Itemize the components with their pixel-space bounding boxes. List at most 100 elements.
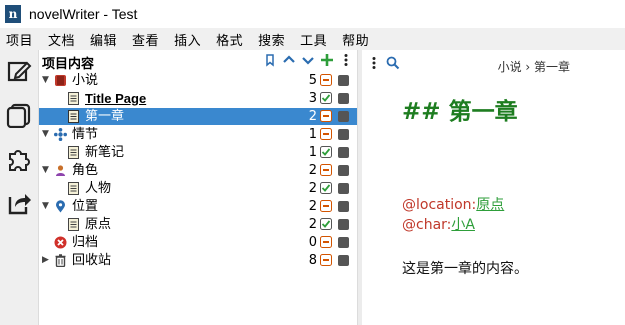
tree-item-novel[interactable]: ▼ 小说 5 xyxy=(39,72,357,89)
menu-search[interactable]: 搜索 xyxy=(258,30,285,49)
tree-item-plot[interactable]: ▼ 情节 1 xyxy=(39,126,357,143)
status-minus-icon xyxy=(320,236,332,248)
importance-indicator xyxy=(338,183,349,194)
outline-view-button[interactable] xyxy=(6,146,32,172)
word-count: 1 xyxy=(308,145,317,160)
search-icon[interactable] xyxy=(386,56,400,70)
document-body-text: 这是第一章的内容。 xyxy=(402,261,528,277)
move-up-icon[interactable] xyxy=(282,53,296,67)
menu-edit[interactable]: 编辑 xyxy=(90,30,117,49)
plot-icon xyxy=(54,128,67,141)
menu-icon[interactable] xyxy=(368,56,380,70)
importance-indicator xyxy=(338,237,349,248)
tree-item-chapter-one[interactable]: 第一章 2 xyxy=(39,108,357,125)
novel-view-button[interactable] xyxy=(6,102,32,129)
document-icon xyxy=(68,218,79,231)
tree-item-locations[interactable]: ▼ 位置 2 xyxy=(39,198,357,215)
importance-indicator xyxy=(338,111,349,122)
status-minus-icon xyxy=(320,164,332,176)
word-count: 2 xyxy=(308,217,317,232)
menu-help[interactable]: 帮助 xyxy=(342,30,369,49)
menu-tools[interactable]: 工具 xyxy=(300,30,327,49)
importance-indicator xyxy=(338,165,349,176)
heading-text: 第一章 xyxy=(448,99,518,125)
menu-project[interactable]: 项目 xyxy=(6,30,33,49)
archive-icon xyxy=(54,236,67,249)
tree-item-title-page[interactable]: Title Page 3 xyxy=(39,90,357,107)
app-icon: n xyxy=(5,5,21,23)
window-title: novelWriter - Test xyxy=(29,6,138,22)
importance-indicator xyxy=(338,129,349,140)
document-heading: ## 第一章 xyxy=(402,92,518,126)
project-tree-panel: 项目内容 ▼ 小说 5 Title Page 3 第一章 2 ▼ 情节 1 新笔… xyxy=(39,50,357,325)
expand-arrow-icon[interactable]: ▼ xyxy=(42,201,52,211)
tag-keyword: @char: xyxy=(402,217,452,233)
status-check-icon xyxy=(320,146,332,158)
expand-arrow-icon[interactable]: ▼ xyxy=(42,75,52,85)
document-icon xyxy=(68,110,79,123)
menu-view[interactable]: 查看 xyxy=(132,30,159,49)
document-toolbar xyxy=(368,56,400,70)
word-count: 2 xyxy=(308,199,317,214)
word-count: 5 xyxy=(308,73,317,88)
menu-format[interactable]: 格式 xyxy=(216,30,243,49)
view-sidebar xyxy=(0,50,39,325)
edit-icon xyxy=(7,61,32,82)
importance-indicator xyxy=(338,75,349,86)
tree-item-label: 第一章 xyxy=(85,109,125,124)
tree-item-archive[interactable]: 归档 0 xyxy=(39,234,357,251)
status-check-icon xyxy=(320,92,332,104)
tree-item-characters[interactable]: ▼ 角色 2 xyxy=(39,162,357,179)
tree-item-person[interactable]: 人物 2 xyxy=(39,180,357,197)
tree-item-label: Title Page xyxy=(85,91,147,106)
tree-item-origin[interactable]: 原点 2 xyxy=(39,216,357,233)
status-minus-icon xyxy=(320,200,332,212)
tag-value-link[interactable]: 原点 xyxy=(476,197,504,213)
tree-item-label: 新笔记 xyxy=(85,145,125,160)
document-editor[interactable]: 小说 › 第一章 ## 第一章 @location:原点 @char:小A 这是… xyxy=(362,50,625,325)
menubar: 项目 文档 编辑 查看 插入 格式 搜索 工具 帮助 xyxy=(0,28,625,50)
importance-indicator xyxy=(338,93,349,104)
puzzle-icon xyxy=(9,150,30,171)
document-icon xyxy=(68,182,79,195)
tree-item-trash[interactable]: ▶ 回收站 8 xyxy=(39,252,357,269)
document-icon xyxy=(68,146,79,159)
tag-line-location: @location:原点 xyxy=(402,196,504,214)
tag-value-link[interactable]: 小A xyxy=(451,217,475,233)
collapse-arrow-icon[interactable]: ▶ xyxy=(42,255,52,265)
menu-icon[interactable] xyxy=(339,53,353,67)
bookmark-icon[interactable] xyxy=(263,53,277,67)
export-button[interactable] xyxy=(6,190,32,216)
expand-arrow-icon[interactable]: ▼ xyxy=(42,129,52,139)
character-icon xyxy=(56,165,65,176)
tree-item-label: 角色 xyxy=(72,163,99,178)
project-tree-view-button[interactable] xyxy=(6,58,32,84)
location-icon xyxy=(56,200,65,213)
tree-item-label: 位置 xyxy=(72,199,99,214)
add-icon[interactable] xyxy=(320,53,334,67)
menu-document[interactable]: 文档 xyxy=(48,30,75,49)
tree-item-label: 回收站 xyxy=(72,253,112,268)
tag-keyword: @location: xyxy=(402,197,477,213)
status-minus-icon xyxy=(320,254,332,266)
word-count: 1 xyxy=(308,127,317,142)
status-minus-icon xyxy=(320,110,332,122)
word-count: 0 xyxy=(308,235,317,250)
importance-indicator xyxy=(338,201,349,212)
heading-marker: ## xyxy=(402,99,441,125)
status-check-icon xyxy=(320,182,332,194)
breadcrumb: 小说 › 第一章 xyxy=(497,60,570,74)
word-count: 8 xyxy=(308,253,317,268)
tree-item-new-note[interactable]: 新笔记 1 xyxy=(39,144,357,161)
menu-insert[interactable]: 插入 xyxy=(174,30,201,49)
project-tree-title: 项目内容 xyxy=(42,57,95,72)
novel-root-icon xyxy=(55,75,66,86)
move-down-icon[interactable] xyxy=(301,53,315,67)
word-count: 2 xyxy=(308,163,317,178)
expand-arrow-icon[interactable]: ▼ xyxy=(42,165,52,175)
importance-indicator xyxy=(338,147,349,158)
tag-line-char: @char:小A xyxy=(402,216,475,234)
trash-icon xyxy=(55,254,66,267)
word-count: 2 xyxy=(308,109,317,124)
status-minus-icon xyxy=(320,74,332,86)
